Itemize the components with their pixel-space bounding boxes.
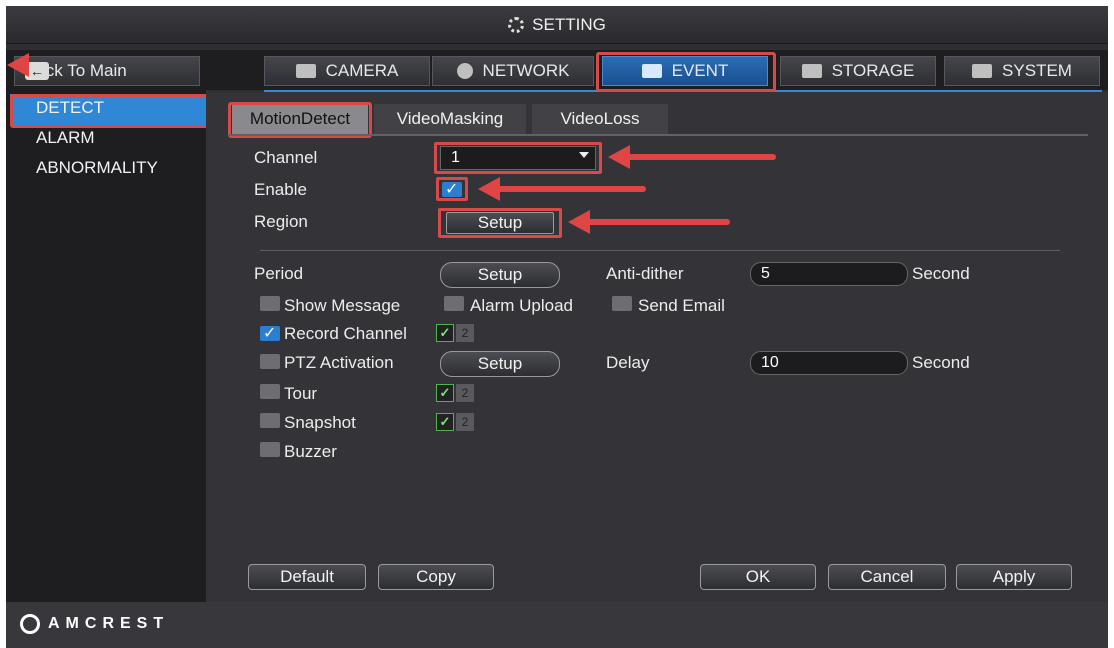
snapshot-label: Snapshot bbox=[284, 413, 356, 432]
tab-system-label: SYSTEM bbox=[1002, 61, 1072, 80]
ptz-activation-checkbox[interactable] bbox=[260, 354, 280, 369]
record-channel-1-toggle[interactable]: ✓ bbox=[436, 324, 454, 342]
record-channel-checkbox[interactable] bbox=[260, 323, 280, 343]
tab-camera-label: CAMERA bbox=[325, 61, 399, 80]
delay-label: Delay bbox=[606, 353, 650, 372]
tab-network-label: NETWORK bbox=[482, 61, 570, 80]
tour-channel-1-toggle[interactable]: ✓ bbox=[436, 384, 454, 402]
enable-label: Enable bbox=[254, 180, 307, 199]
antidither-label: Anti-dither bbox=[606, 264, 684, 283]
back-arrow-icon: ← bbox=[7, 53, 49, 80]
section-divider bbox=[260, 250, 1060, 251]
window-title: SETTING bbox=[532, 14, 606, 34]
buzzer-label: Buzzer bbox=[284, 442, 337, 461]
antidither-input[interactable]: 5 bbox=[750, 262, 908, 286]
sidebar-item-abnormality[interactable]: ABNORMALITY bbox=[36, 158, 158, 178]
subtab-videoloss[interactable]: VideoLoss bbox=[532, 104, 668, 134]
system-icon bbox=[972, 64, 993, 78]
detect-highlight bbox=[10, 94, 208, 128]
show-message-checkbox[interactable] bbox=[260, 296, 280, 311]
sidebar: DETECT ALARM ABNORMALITY bbox=[6, 90, 208, 602]
annotation-arrow-region bbox=[568, 210, 730, 234]
send-email-label: Send Email bbox=[638, 296, 725, 315]
cancel-button[interactable]: Cancel bbox=[828, 564, 946, 590]
snapshot-checkbox[interactable] bbox=[260, 413, 280, 428]
event-tab-highlight bbox=[596, 52, 776, 92]
tab-network[interactable]: NETWORK bbox=[432, 56, 594, 86]
send-email-checkbox[interactable] bbox=[612, 296, 632, 311]
subtab-divider bbox=[228, 134, 1088, 136]
apply-button[interactable]: Apply bbox=[956, 564, 1072, 590]
amcrest-logo-icon bbox=[20, 614, 40, 634]
default-button[interactable]: Default bbox=[248, 564, 366, 590]
delay-unit: Second bbox=[912, 353, 970, 372]
period-label: Period bbox=[254, 264, 304, 283]
period-setup-button[interactable]: Setup bbox=[440, 262, 560, 288]
gear-icon bbox=[508, 16, 525, 33]
tour-channel-2-toggle[interactable]: 2 bbox=[456, 384, 474, 402]
show-message-label: Show Message bbox=[284, 296, 401, 315]
tab-system[interactable]: SYSTEM bbox=[944, 56, 1100, 86]
ok-button[interactable]: OK bbox=[700, 564, 816, 590]
enable-highlight bbox=[436, 177, 468, 201]
region-highlight bbox=[438, 208, 562, 238]
network-icon bbox=[456, 63, 473, 79]
channel-highlight bbox=[434, 142, 602, 174]
tab-storage[interactable]: STORAGE bbox=[780, 56, 936, 86]
copy-button[interactable]: Copy bbox=[378, 564, 494, 590]
snapshot-channel-2-toggle[interactable]: 2 bbox=[456, 413, 474, 431]
antidither-unit: Second bbox=[912, 264, 970, 283]
buzzer-checkbox[interactable] bbox=[260, 442, 280, 457]
record-channel-label: Record Channel bbox=[284, 324, 407, 343]
annotation-arrow-channel bbox=[608, 145, 776, 169]
motiondetect-highlight bbox=[228, 102, 372, 138]
record-channel-2-toggle[interactable]: 2 bbox=[456, 324, 474, 342]
ptz-setup-button[interactable]: Setup bbox=[440, 351, 560, 377]
subtab-videomasking[interactable]: VideoMasking bbox=[374, 104, 526, 134]
sidebar-item-alarm[interactable]: ALARM bbox=[36, 128, 95, 148]
snapshot-channel-1-toggle[interactable]: ✓ bbox=[436, 413, 454, 431]
title-bar: SETTING bbox=[6, 6, 1108, 44]
annotation-arrow-enable bbox=[478, 177, 646, 201]
storage-icon bbox=[801, 64, 822, 78]
channel-label: Channel bbox=[254, 148, 318, 167]
ptz-activation-label: PTZ Activation bbox=[284, 353, 394, 372]
region-label: Region bbox=[254, 212, 308, 231]
brand-logo: AMCREST bbox=[20, 614, 169, 634]
camera-icon bbox=[295, 64, 316, 78]
settings-window: SETTING ← Back To Main CAMERA NETWORK EV… bbox=[6, 6, 1108, 648]
brand-name: AMCREST bbox=[48, 615, 170, 632]
tab-storage-label: STORAGE bbox=[831, 61, 915, 80]
alarm-upload-checkbox[interactable] bbox=[444, 296, 464, 311]
tour-label: Tour bbox=[284, 384, 318, 403]
back-to-main-button[interactable]: ← Back To Main bbox=[7, 53, 200, 86]
tour-checkbox[interactable] bbox=[260, 384, 280, 399]
top-nav: ← Back To Main CAMERA NETWORK EVENT STOR… bbox=[6, 50, 1108, 90]
alarm-upload-label: Alarm Upload bbox=[470, 296, 573, 315]
footer-bar: AMCREST bbox=[6, 602, 1108, 648]
delay-input[interactable]: 10 bbox=[750, 351, 908, 375]
main-content: MotionDetect VideoMasking VideoLoss Chan… bbox=[206, 92, 1108, 602]
tab-camera[interactable]: CAMERA bbox=[264, 56, 430, 86]
